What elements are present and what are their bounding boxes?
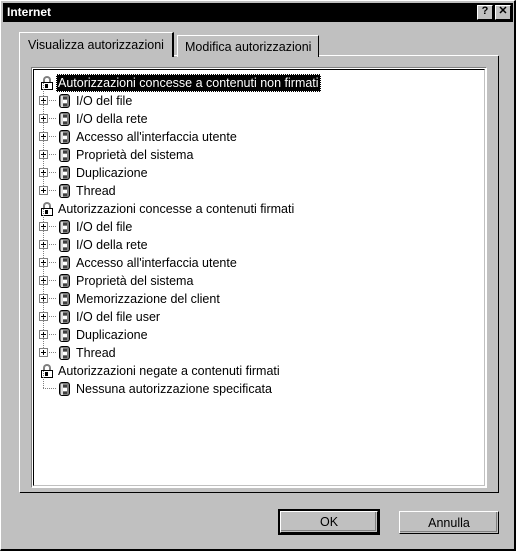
tree-node[interactable]: Accesso all'interfaccia utente (34, 119, 484, 146)
permission-icon (56, 110, 74, 128)
expand-plus-icon[interactable] (38, 209, 56, 236)
permission-icon (56, 92, 74, 110)
tree-node[interactable]: Accesso all'interfaccia utente (34, 245, 484, 272)
permission-icon (56, 326, 74, 344)
padlock-icon (38, 362, 56, 380)
expand-plus-icon[interactable] (38, 101, 56, 128)
tree-node-label: I/O della rete (76, 238, 148, 252)
internet-permissions-dialog: Internet ? ✕ Visualizza autorizzazioni M… (0, 0, 516, 551)
expand-plus-icon[interactable] (38, 173, 56, 200)
permission-icon (56, 182, 74, 200)
tree-node-label: Duplicazione (76, 166, 148, 180)
permission-icon (56, 272, 74, 290)
tree-node[interactable]: Nessuna autorizzazione specificata (34, 371, 484, 398)
tree-node-label: I/O della rete (76, 112, 148, 126)
tree-node-label: Accesso all'interfaccia utente (76, 256, 237, 270)
tree-node-label: Autorizzazioni concesse a contenuti firm… (58, 202, 295, 216)
tree-node-label: Memorizzazione del client (76, 292, 220, 306)
permission-icon (56, 344, 74, 362)
tree-node[interactable]: I/O del file user (34, 299, 484, 326)
tree-node[interactable]: I/O della rete (34, 227, 484, 254)
tree-node-label: Autorizzazioni negate a contenuti firmat… (58, 364, 280, 378)
tree-node-label: Proprietà del sistema (76, 148, 194, 162)
tree-node-label: Thread (76, 346, 116, 360)
tree-elbow-connector (38, 371, 56, 398)
tree-node[interactable]: Memorizzazione del client (34, 281, 484, 308)
expand-plus-icon[interactable] (38, 263, 56, 290)
permission-icon (56, 146, 74, 164)
tab-label: Visualizza autorizzazioni (28, 38, 164, 52)
tree-node[interactable]: I/O della rete (34, 101, 484, 128)
tree-node-label: Proprietà del sistema (76, 274, 194, 288)
cancel-button[interactable]: Annulla (399, 511, 499, 534)
tree-node-label: I/O del file (76, 220, 133, 234)
expand-plus-icon[interactable] (38, 335, 56, 362)
window-title: Internet (7, 5, 52, 19)
tree-node[interactable]: Duplicazione (34, 155, 484, 182)
tree-node[interactable]: Autorizzazioni negate a contenuti firmat… (34, 362, 484, 380)
ok-button-label: OK (319, 515, 339, 529)
expand-plus-icon[interactable] (38, 137, 56, 164)
tree-node[interactable]: I/O del file (34, 209, 484, 236)
permission-icon (56, 380, 74, 398)
tab-label: Modifica autorizzazioni (185, 39, 312, 54)
expand-plus-icon[interactable] (38, 299, 56, 326)
permission-icon (56, 128, 74, 146)
tab-strip: Visualizza autorizzazioni Modifica autor… (19, 32, 499, 57)
tree-node[interactable]: Proprietà del sistema (34, 263, 484, 290)
treeview-content: Autorizzazioni concesse a contenuti non … (33, 69, 485, 486)
expand-plus-icon[interactable] (38, 245, 56, 272)
expand-plus-icon[interactable] (38, 155, 56, 182)
permission-icon (56, 308, 74, 326)
expand-plus-icon[interactable] (38, 317, 56, 344)
tab-visualizza-autorizzazioni[interactable]: Visualizza autorizzazioni (19, 32, 174, 57)
tree-node[interactable]: Duplicazione (34, 317, 484, 344)
tab-modifica-autorizzazioni[interactable]: Modifica autorizzazioni (177, 35, 320, 57)
padlock-icon (38, 200, 56, 218)
expand-plus-icon[interactable] (38, 119, 56, 146)
permission-icon (56, 218, 74, 236)
padlock-icon (38, 74, 56, 92)
tree-node-label: Thread (76, 184, 116, 198)
permission-icon (56, 236, 74, 254)
permission-icon (56, 290, 74, 308)
tree-node[interactable]: Thread (34, 335, 484, 362)
tree-node-label: Duplicazione (76, 328, 148, 342)
permission-icon (56, 164, 74, 182)
tree-node[interactable]: Thread (34, 173, 484, 200)
close-icon: ✕ (498, 5, 508, 17)
title-bar[interactable]: Internet ? ✕ (3, 3, 513, 22)
tree-node-label: I/O del file user (76, 310, 161, 324)
tree-node[interactable]: Autorizzazioni concesse a contenuti firm… (34, 200, 484, 218)
expand-plus-icon[interactable] (38, 281, 56, 308)
close-button[interactable]: ✕ (495, 5, 511, 20)
tree-node-label: Accesso all'interfaccia utente (76, 130, 237, 144)
ok-button[interactable]: OK (278, 509, 380, 535)
tree-node[interactable]: I/O del file (34, 83, 484, 110)
question-mark-icon: ? (481, 5, 489, 17)
tree-node-label: Nessuna autorizzazione specificata (76, 382, 272, 396)
cancel-button-label: Annulla (428, 515, 470, 530)
tree-node-label: Autorizzazioni concesse a contenuti non … (56, 74, 321, 92)
tree-node[interactable]: Proprietà del sistema (34, 137, 484, 164)
tree-node-label: I/O del file (76, 94, 133, 108)
expand-plus-icon[interactable] (38, 227, 56, 254)
help-button[interactable]: ? (477, 5, 493, 20)
tree-node[interactable]: Autorizzazioni concesse a contenuti non … (34, 74, 484, 92)
permission-icon (56, 254, 74, 272)
permissions-treeview[interactable]: Autorizzazioni concesse a contenuti non … (31, 67, 487, 488)
expand-plus-icon[interactable] (38, 83, 56, 110)
